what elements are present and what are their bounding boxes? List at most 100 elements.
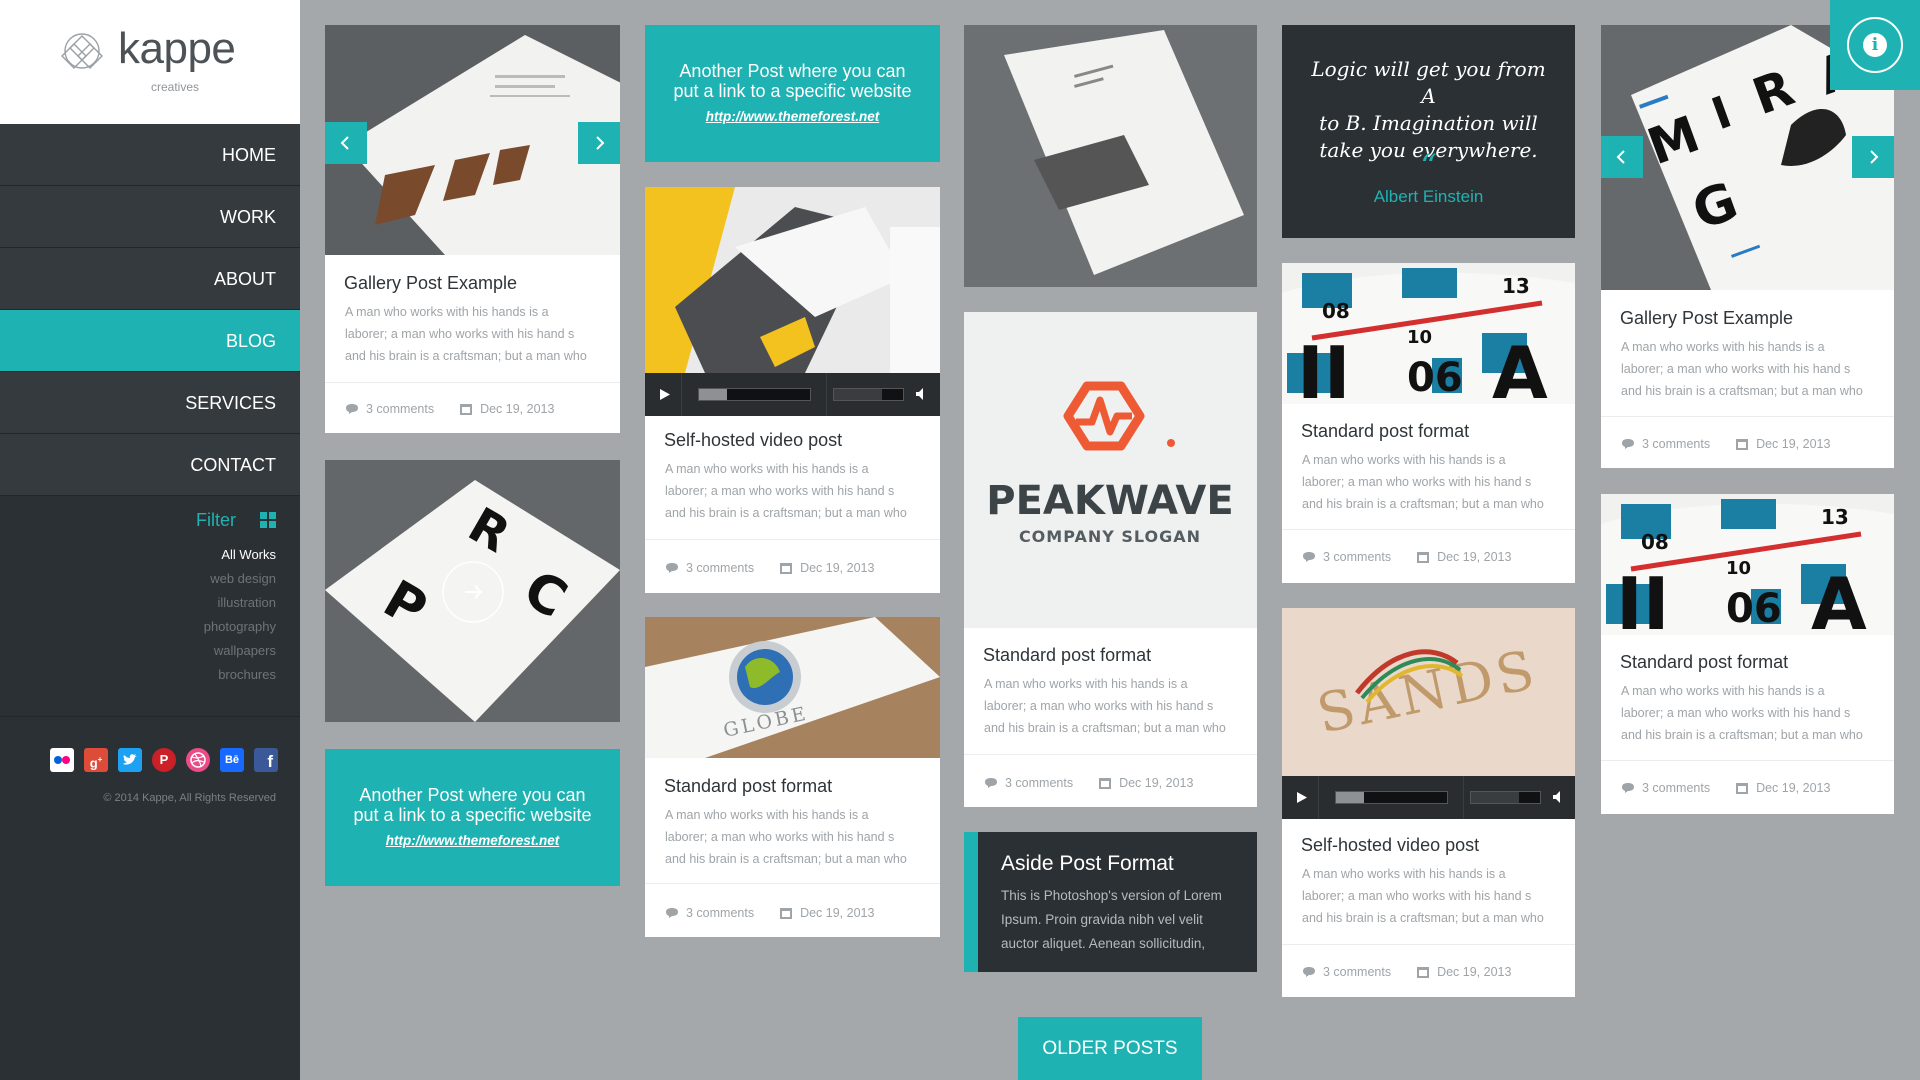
post-excerpt: A man who works with his hands is a labo… — [1621, 680, 1881, 746]
aside-accent-bar — [964, 832, 978, 972]
flickr-icon[interactable] — [50, 748, 74, 772]
play-icon[interactable] — [1296, 791, 1308, 804]
seek-progress — [699, 389, 727, 400]
volume-bar[interactable] — [1470, 791, 1541, 804]
post-title[interactable]: Standard post format — [1301, 421, 1469, 442]
dribbble-icon[interactable] — [186, 748, 210, 772]
volume-icon[interactable] — [915, 387, 929, 401]
excerpt-line: laborer; a man who works with his hand s — [1621, 706, 1851, 720]
nav-item-home[interactable]: HOME — [0, 124, 300, 186]
nav-item-work[interactable]: WORK — [0, 186, 300, 248]
excerpt-line: laborer; a man who works with his hand s — [345, 327, 575, 341]
comment-count[interactable]: 3 comments — [686, 906, 754, 920]
post-date: Dec 19, 2013 — [800, 905, 875, 920]
meta-divider — [1282, 529, 1575, 530]
comment-count[interactable]: 3 comments — [1323, 550, 1391, 564]
seek-bar[interactable] — [698, 388, 811, 401]
comment-count[interactable]: 3 comments — [1642, 437, 1710, 451]
filter-item-brochures[interactable]: brochures — [0, 663, 300, 687]
facebook-icon[interactable]: f — [254, 748, 278, 772]
twitter-icon[interactable] — [118, 748, 142, 772]
excerpt-line: A man who works with his hands is a — [1302, 453, 1506, 467]
gallery-prev-button[interactable] — [325, 122, 367, 164]
gallery-prev-button[interactable] — [1601, 136, 1643, 178]
aside-line: This is Photoshop's version of Lorem — [1001, 888, 1222, 903]
video-post-card[interactable]: Self-hosted video post A man who works w… — [645, 187, 940, 593]
control-separator — [1463, 776, 1464, 819]
nav-item-services[interactable]: SERVICES — [0, 372, 300, 434]
excerpt-line: and his brain is a craftsman; but a man … — [665, 506, 907, 520]
nav-item-about[interactable]: ABOUT — [0, 248, 300, 310]
filter-toggle[interactable]: Filter — [0, 505, 300, 535]
post-image: P R C — [325, 460, 620, 722]
standard-post-card[interactable]: PEAKWAVE COMPANY SLOGAN Standard post fo… — [964, 312, 1257, 807]
filter-item-all-works[interactable]: All Works — [0, 543, 300, 567]
gallery-next-button[interactable] — [578, 122, 620, 164]
excerpt-line: and his brain is a craftsman; but a man … — [345, 349, 587, 363]
info-button[interactable]: i — [1830, 0, 1920, 90]
svg-text:13: 13 — [1821, 505, 1849, 529]
post-title[interactable]: Self-hosted video post — [664, 430, 842, 451]
nav-label: ABOUT — [213, 269, 276, 289]
post-excerpt: A man who works with his hands is a labo… — [1302, 863, 1562, 929]
aside-post-card[interactable]: Aside Post Format This is Photoshop's ve… — [964, 832, 1257, 972]
standard-post-card[interactable]: II 06 A 08 13 10 Standard post format A man w… — [1282, 263, 1575, 583]
comment-icon — [985, 777, 997, 788]
seek-bar[interactable] — [1335, 791, 1448, 804]
peakwave-logo-text: PEAKWAVE — [986, 478, 1233, 524]
post-meta: 3 comments Dec 19, 2013 — [1621, 780, 1894, 796]
filter-item-illustration[interactable]: illustration — [0, 591, 300, 615]
post-title[interactable]: Gallery Post Example — [344, 273, 517, 294]
quote-line: Logic will get you from A — [1311, 57, 1546, 108]
post-title[interactable]: Standard post format — [664, 776, 832, 797]
excerpt-line: A man who works with his hands is a — [1621, 684, 1825, 698]
play-icon[interactable] — [659, 388, 671, 401]
svg-text:08: 08 — [1641, 530, 1669, 554]
pinterest-icon[interactable]: P — [152, 748, 176, 772]
post-title[interactable]: Self-hosted video post — [1301, 835, 1479, 856]
quote-post-card[interactable]: Logic will get you from A to B. Imaginat… — [1282, 25, 1575, 238]
post-date: Dec 19, 2013 — [1437, 964, 1512, 979]
comment-count[interactable]: 3 comments — [366, 402, 434, 416]
video-player-controls — [645, 373, 940, 416]
link-post-url[interactable]: http://www.themeforest.net — [645, 109, 940, 124]
post-title[interactable]: Standard post format — [1620, 652, 1788, 673]
gallery-post-card[interactable]: Gallery Post Example A man who works wit… — [325, 25, 620, 433]
filter-item-wallpapers[interactable]: wallpapers — [0, 639, 300, 663]
comment-count[interactable]: 3 comments — [686, 561, 754, 575]
social-links: g+ P Bē f — [50, 748, 280, 772]
image-post-card[interactable] — [964, 25, 1257, 287]
nav-item-blog[interactable]: BLOG — [0, 310, 300, 372]
video-post-card[interactable]: SANDS Self-hosted video post A man who w… — [1282, 608, 1575, 997]
control-separator — [1318, 776, 1319, 819]
volume-icon[interactable] — [1552, 790, 1566, 804]
standard-post-card[interactable]: GLOBE Standard post format A man who wor… — [645, 617, 940, 937]
post-excerpt: A man who works with his hands is a labo… — [345, 301, 605, 367]
link-post-card[interactable]: Another Post where you can put a link to… — [645, 25, 940, 162]
nav-item-contact[interactable]: CONTACT — [0, 434, 300, 496]
volume-bar[interactable] — [833, 388, 904, 401]
standard-post-card[interactable]: II 06 A 08 13 10 Standard post format A man w… — [1601, 494, 1894, 814]
comment-count[interactable]: 3 comments — [1642, 781, 1710, 795]
gallery-next-button[interactable] — [1852, 136, 1894, 178]
post-title[interactable]: Standard post format — [983, 645, 1151, 666]
post-title[interactable]: Aside Post Format — [1001, 852, 1174, 876]
nav-label: WORK — [220, 207, 276, 227]
calendar-icon — [1736, 782, 1749, 794]
gallery-post-card[interactable]: MIRAG Gallery Post Example A man who wor… — [1601, 25, 1894, 468]
behance-icon[interactable]: Bē — [220, 748, 244, 772]
image-post-card[interactable]: P R C — [325, 460, 620, 722]
filter-panel: Filter All Works web design illustration… — [0, 505, 300, 687]
filter-item-web-design[interactable]: web design — [0, 567, 300, 591]
comment-count[interactable]: 3 comments — [1005, 776, 1073, 790]
post-title[interactable]: Gallery Post Example — [1620, 308, 1793, 329]
google-plus-icon[interactable]: g+ — [84, 748, 108, 772]
filter-item-photography[interactable]: photography — [0, 615, 300, 639]
link-post-card[interactable]: Another Post where you can put a link to… — [325, 749, 620, 886]
older-posts-button[interactable]: OLDER POSTS — [1018, 1017, 1202, 1080]
link-post-url[interactable]: http://www.themeforest.net — [325, 833, 620, 848]
logo[interactable]: kappe creatives — [0, 0, 300, 124]
comment-count[interactable]: 3 comments — [1323, 965, 1391, 979]
post-date: Dec 19, 2013 — [1756, 436, 1831, 451]
link-text-line: put a link to a specific website — [353, 805, 592, 825]
